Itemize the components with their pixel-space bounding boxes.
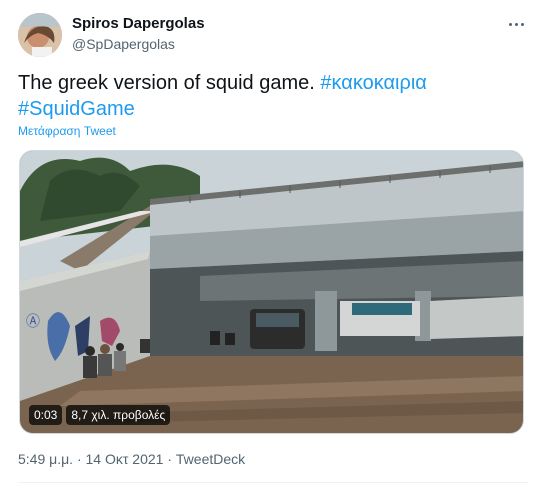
tweet-source[interactable]: TweetDeck bbox=[176, 451, 245, 467]
video-player[interactable]: Ⓐ bbox=[19, 150, 524, 434]
tweet-text: The greek version of squid game. #κακοκα… bbox=[18, 70, 528, 122]
tweet-body: The greek version of squid game. bbox=[18, 72, 315, 94]
video-badge: 0:03 8,7 χιλ. προβολές bbox=[29, 404, 171, 426]
video-views: 8,7 χιλ. προβολές bbox=[66, 405, 171, 425]
translate-tweet-link[interactable]: Μετάφραση Tweet bbox=[18, 124, 116, 138]
tweet-time[interactable]: 5:49 μ.μ. bbox=[18, 451, 73, 467]
video-frame: Ⓐ bbox=[20, 151, 523, 433]
svg-text:Ⓐ: Ⓐ bbox=[26, 314, 40, 330]
hashtag-kakokairia[interactable]: #κακοκαιρια bbox=[320, 72, 426, 94]
meta-separator-2: · bbox=[167, 451, 172, 467]
tweet-date[interactable]: 14 Οκτ 2021 bbox=[86, 451, 164, 467]
more-options-icon[interactable] bbox=[504, 14, 528, 34]
author-handle[interactable]: @SpDapergolas bbox=[72, 36, 175, 52]
tweet-meta: 5:49 μ.μ. · 14 Οκτ 2021 · TweetDeck bbox=[18, 451, 245, 467]
hashtag-squidgame[interactable]: #SquidGame bbox=[18, 98, 135, 120]
avatar[interactable] bbox=[18, 13, 62, 57]
video-time: 0:03 bbox=[29, 405, 63, 425]
meta-separator: · bbox=[76, 451, 82, 467]
tweet-card: Spiros Dapergolas @SpDapergolas The gree… bbox=[0, 0, 550, 496]
author-display-name[interactable]: Spiros Dapergolas bbox=[72, 15, 205, 32]
profile-avatar-icon bbox=[18, 13, 62, 57]
divider bbox=[18, 482, 528, 483]
